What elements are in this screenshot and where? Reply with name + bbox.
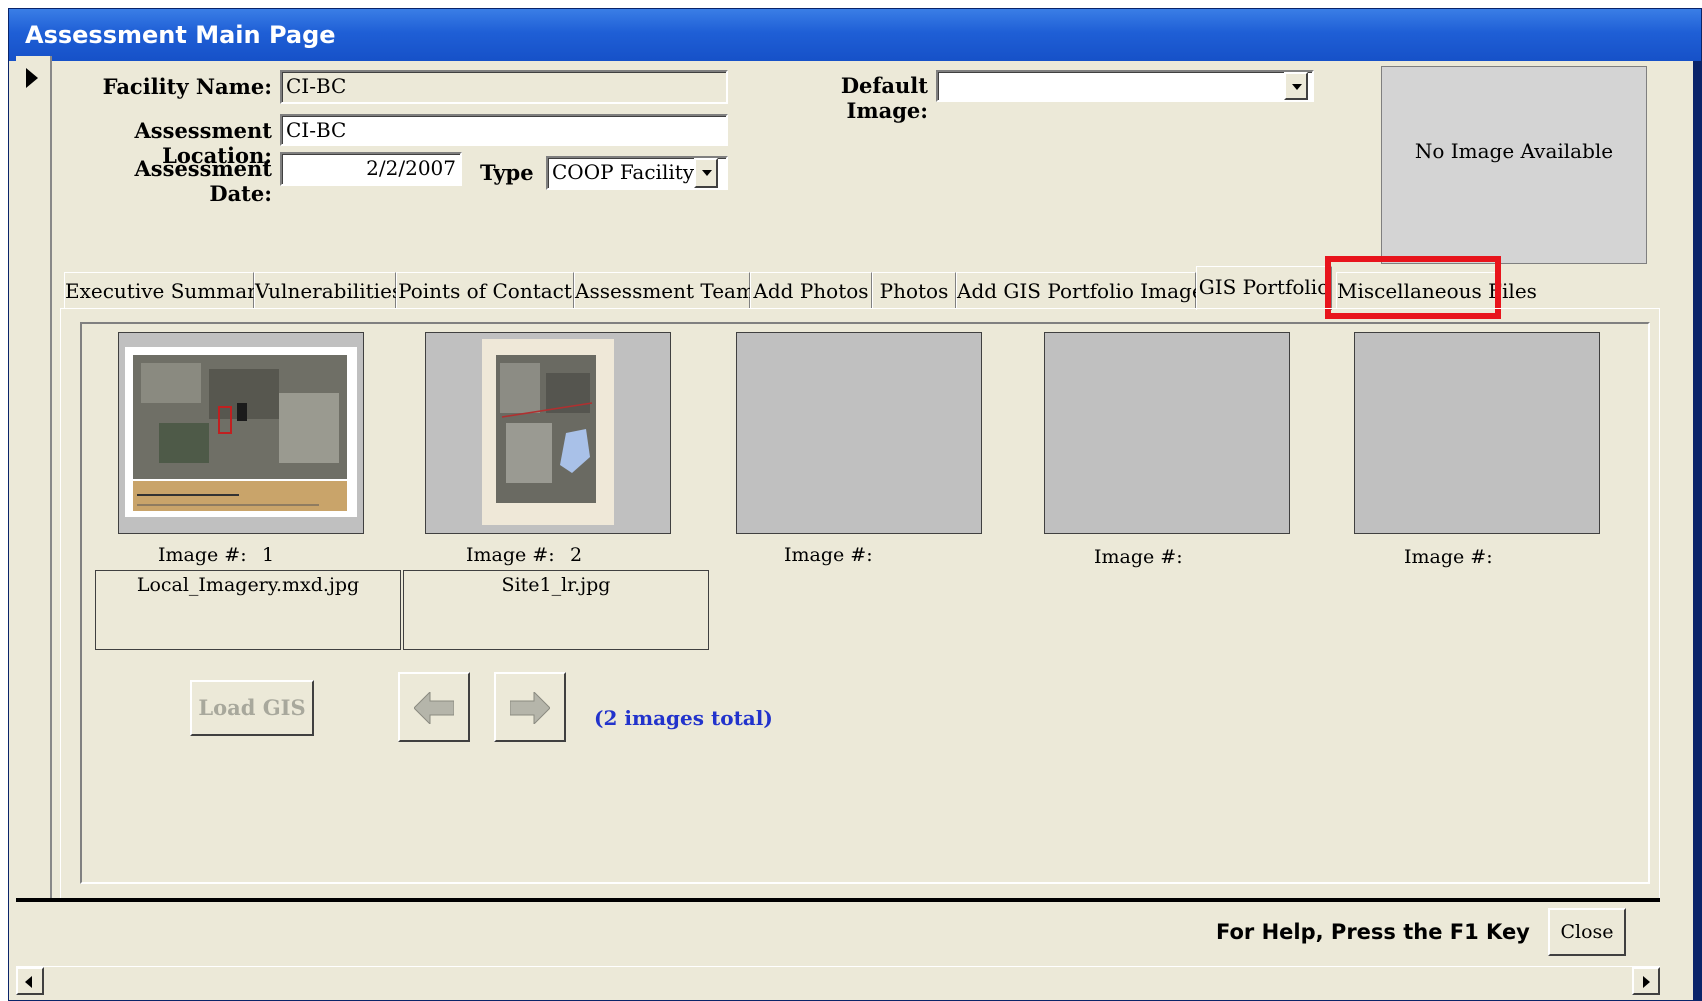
gis-thumbnail-4[interactable] — [1044, 332, 1290, 534]
default-image-dropdown-chevron-icon[interactable] — [1284, 72, 1308, 100]
gis-thumbnail-3[interactable] — [736, 332, 982, 534]
tab-assessment-team[interactable]: Assessment Team — [574, 272, 755, 308]
scroll-left-icon[interactable] — [16, 967, 44, 995]
default-image-select[interactable] — [936, 70, 1314, 102]
load-gis-label: Load GIS — [198, 695, 306, 720]
facility-name-label: Facility Name: — [102, 74, 272, 99]
tab-add-photos[interactable]: Add Photos — [750, 272, 872, 308]
default-image-preview: No Image Available — [1381, 66, 1647, 264]
tab-photos[interactable]: Photos — [872, 272, 956, 308]
close-button[interactable]: Close — [1548, 908, 1626, 956]
type-label: Type — [480, 160, 534, 185]
horizontal-scrollbar[interactable] — [16, 966, 1660, 995]
scroll-right-icon[interactable] — [1632, 967, 1660, 995]
window-title: Assessment Main Page — [25, 21, 336, 49]
facility-name-field[interactable]: CI-BC — [280, 70, 728, 104]
type-dropdown-chevron-icon[interactable] — [694, 158, 718, 188]
tab-add-gis-portfolio-images[interactable]: Add GIS Portfolio Images — [956, 272, 1214, 308]
tab-gis-portfolio[interactable]: GIS Portfolio — [1196, 266, 1332, 310]
left-arrow-icon — [414, 692, 454, 724]
close-button-label: Close — [1560, 921, 1614, 943]
tab-executive-summary[interactable]: Executive Summary — [64, 272, 268, 308]
title-bar[interactable]: Assessment Main Page — [9, 9, 1701, 61]
image-number-label-3: Image #: — [784, 544, 873, 566]
next-image-button[interactable] — [494, 672, 566, 742]
footer-divider — [16, 898, 1660, 902]
aerial-map-image-2 — [482, 339, 614, 525]
image-number-label-1: Image #: — [158, 544, 247, 566]
assessment-date-field[interactable]: 2/2/2007 — [280, 152, 462, 186]
image-number-label-4: Image #: — [1094, 546, 1183, 568]
right-arrow-icon — [510, 692, 550, 724]
assessment-date-label: Assessment Date: — [134, 156, 273, 206]
default-image-label: Default Image: — [840, 73, 928, 123]
load-gis-button[interactable]: Load GIS — [190, 680, 314, 736]
gis-thumbnail-1[interactable] — [118, 332, 364, 534]
gis-thumbnail-5[interactable] — [1354, 332, 1600, 534]
help-text: For Help, Press the F1 Key — [1216, 920, 1530, 944]
previous-image-button[interactable] — [398, 672, 470, 742]
no-image-text: No Image Available — [1414, 139, 1614, 163]
window-right-border — [1693, 61, 1701, 1000]
aerial-map-image-1 — [125, 347, 357, 517]
record-pointer-icon — [26, 68, 38, 88]
assessment-location-field[interactable]: CI-BC — [280, 114, 728, 146]
tab-vulnerabilities[interactable]: Vulnerabilities — [254, 272, 402, 308]
type-select-value: COOP Facility — [552, 160, 695, 184]
image-number-label-5: Image #: — [1404, 546, 1493, 568]
gis-thumbnail-2[interactable] — [425, 332, 671, 534]
gis-filename-1[interactable]: Local_Imagery.mxd.jpg — [95, 570, 401, 650]
image-number-label-2: Image #: — [466, 544, 555, 566]
tab-points-of-contact[interactable]: Points of Contact — [396, 272, 574, 308]
record-selector[interactable] — [16, 56, 52, 898]
images-total-text: (2 images total) — [594, 706, 773, 730]
image-number-value-2: 2 — [570, 544, 583, 566]
gis-filename-2[interactable]: Site1_lr.jpg — [403, 570, 709, 650]
image-number-value-1: 1 — [262, 544, 275, 566]
